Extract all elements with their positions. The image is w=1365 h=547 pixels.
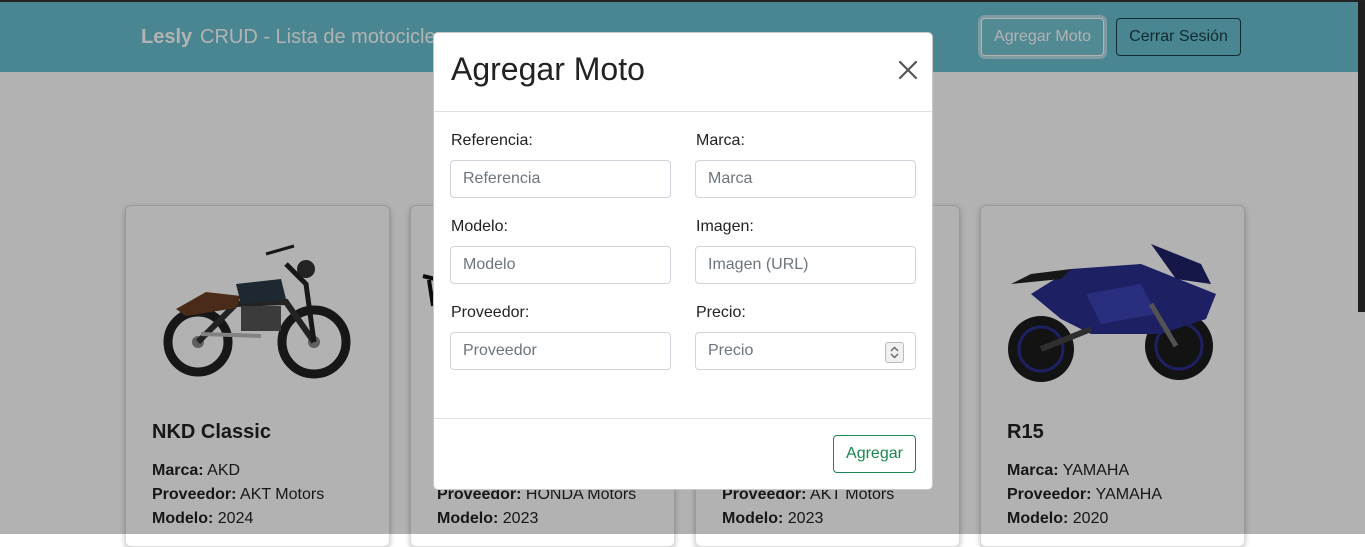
referencia-input[interactable] (450, 160, 671, 198)
number-spinner-icon[interactable] (885, 342, 904, 363)
marca-input[interactable] (695, 160, 916, 198)
precio-label: Precio: (696, 304, 746, 321)
modelo-label: Modelo: (451, 218, 508, 235)
modal-footer-divider (434, 418, 932, 419)
referencia-label: Referencia: (451, 132, 533, 149)
modal-title: Agregar Moto (451, 51, 645, 87)
precio-input[interactable] (695, 332, 916, 370)
page-scrollbar[interactable] (1358, 2, 1365, 312)
proveedor-label: Proveedor: (451, 304, 530, 321)
marca-label: Marca: (696, 132, 745, 149)
imagen-url-input[interactable] (695, 246, 916, 284)
add-moto-modal: Agregar Moto Referencia: Marca: Modelo: … (433, 32, 933, 490)
proveedor-input[interactable] (450, 332, 671, 370)
imagen-label: Imagen: (696, 218, 754, 235)
modelo-input[interactable] (450, 246, 671, 284)
agregar-submit-button[interactable]: Agregar (833, 435, 916, 473)
modal-header-divider (434, 111, 932, 112)
close-icon[interactable] (896, 58, 920, 82)
